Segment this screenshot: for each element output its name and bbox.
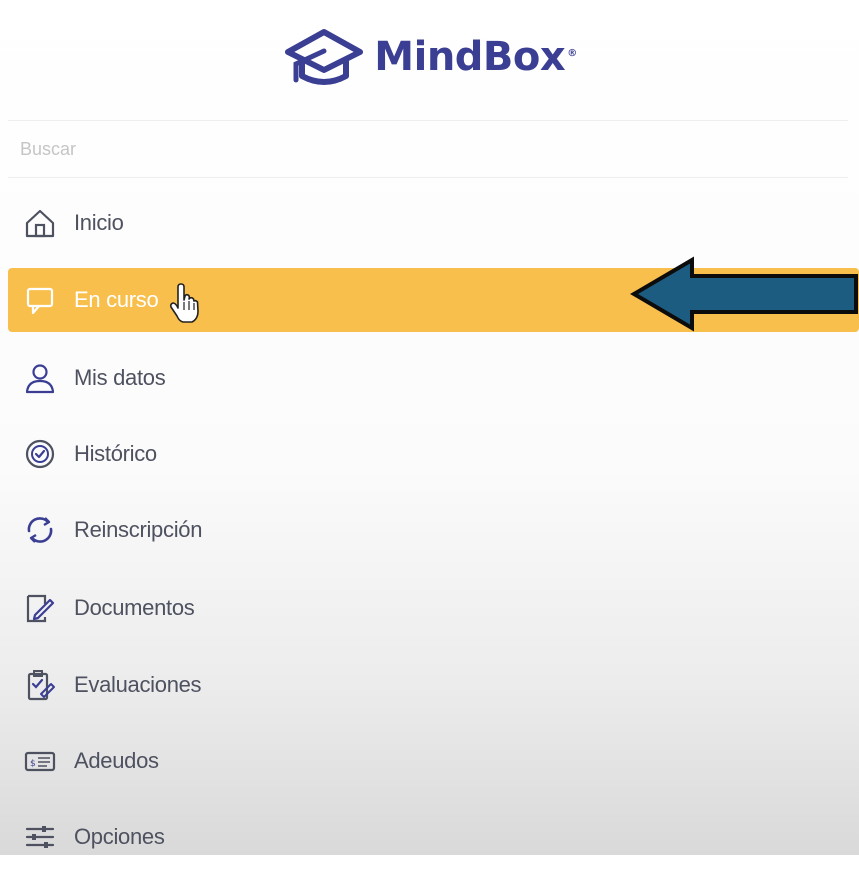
app-logo[interactable]: MindBox ®: [0, 22, 859, 92]
sidebar-item-label: Adeudos: [74, 748, 159, 773]
clipboard-check-icon: [20, 665, 60, 705]
user-icon: [20, 358, 60, 398]
refresh-icon: [20, 510, 60, 550]
hand-pointer-cursor: [169, 283, 199, 323]
sidebar-item-mis-datos[interactable]: Mis datos: [8, 346, 859, 410]
sidebar-item-label: En curso: [74, 287, 159, 312]
home-icon: [20, 203, 60, 243]
svg-text:$: $: [30, 759, 36, 769]
sidebar-item-label: Opciones: [74, 824, 165, 849]
left-arrow-annotation: [630, 256, 858, 332]
sidebar-item-label: Reinscripción: [74, 517, 203, 542]
history-badge-icon: [20, 434, 60, 474]
sidebar-item-inicio[interactable]: Inicio: [8, 191, 859, 255]
sidebar-item-reinscripcion[interactable]: Reinscripción: [8, 498, 859, 562]
sidebar-item-label: Inicio: [74, 210, 124, 235]
document-edit-icon: [20, 588, 60, 628]
sidebar-item-label: Mis datos: [74, 365, 166, 390]
graduation-cap-icon: [285, 29, 364, 85]
sliders-icon: [20, 817, 60, 857]
payment-card-icon: $: [20, 741, 60, 781]
sidebar-item-label: Documentos: [74, 595, 195, 620]
sidebar-item-historico[interactable]: Histórico: [8, 422, 859, 486]
search-input[interactable]: [8, 137, 842, 161]
sidebar-item-adeudos[interactable]: $ Adeudos: [8, 729, 859, 793]
sidebar-item-label: Evaluaciones: [74, 672, 202, 697]
search-box: [8, 120, 848, 178]
sidebar-item-evaluaciones[interactable]: Evaluaciones: [8, 653, 859, 717]
sidebar-item-documentos[interactable]: Documentos: [8, 576, 859, 640]
sidebar-item-label: Histórico: [74, 441, 157, 466]
monitor-chat-icon: [20, 280, 60, 320]
sidebar-item-opciones[interactable]: Opciones: [8, 805, 859, 869]
trademark-mark: ®: [567, 47, 577, 59]
logo-text: MindBox ®: [374, 34, 577, 80]
